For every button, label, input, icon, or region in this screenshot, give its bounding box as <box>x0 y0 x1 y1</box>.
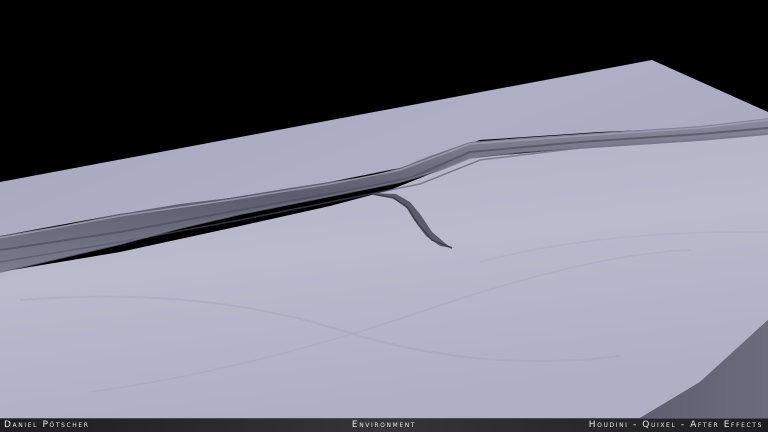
software-credit: Houdini - Quixel - After Effects <box>588 420 763 430</box>
caption-bar: Daniel Pötscher Environment Houdini - Qu… <box>0 418 768 432</box>
render-frame: Daniel Pötscher Environment Houdini - Qu… <box>0 0 768 432</box>
terrain-render <box>0 0 768 432</box>
